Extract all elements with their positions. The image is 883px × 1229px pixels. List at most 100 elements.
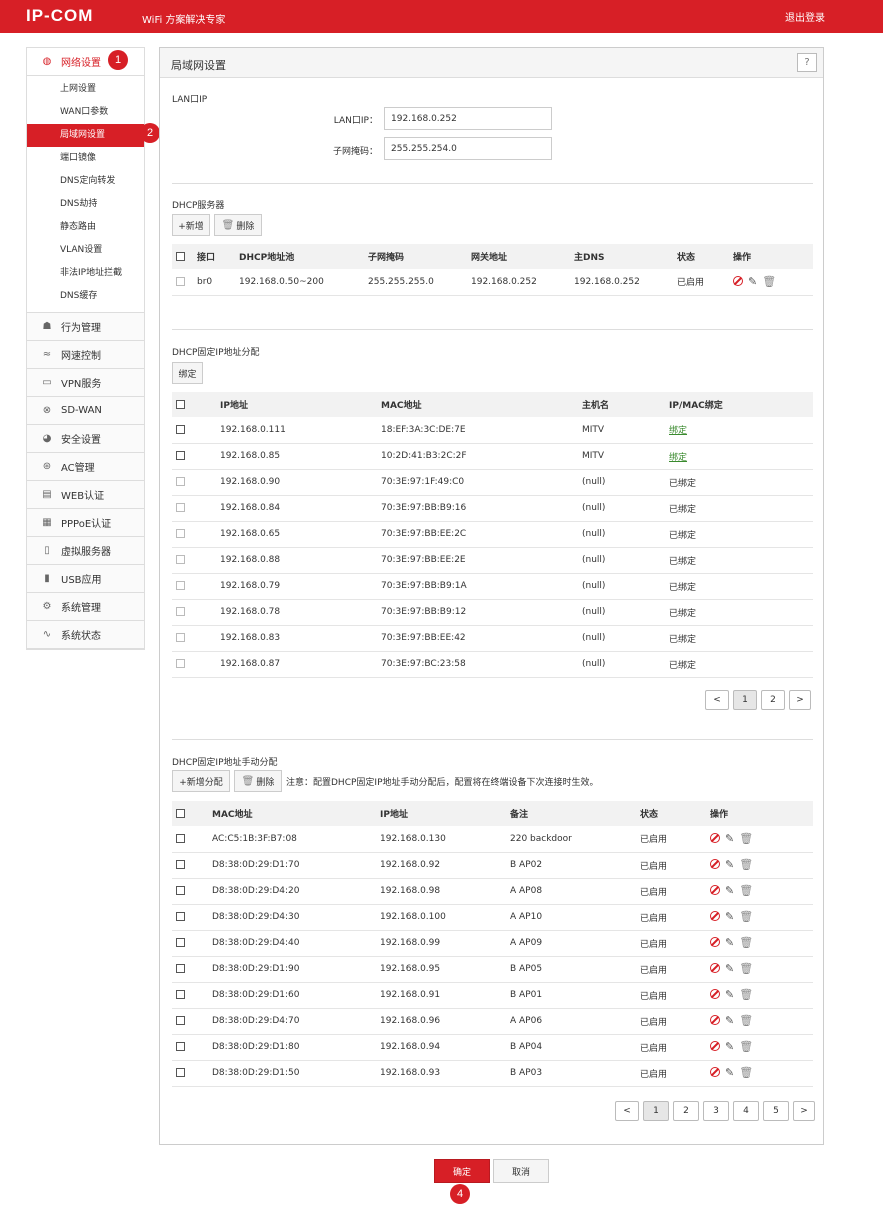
sub-item-wan[interactable]: WAN口参数 [27, 101, 144, 124]
menu-pppoe[interactable]: ▦ PPPoE认证 [27, 509, 144, 537]
bind-link[interactable]: 绑定 [669, 453, 687, 463]
menu-system[interactable]: ⚙ 系统管理 [27, 593, 144, 621]
sub-item-vlan[interactable]: VLAN设置 [27, 239, 144, 262]
edit-icon[interactable]: ✎ [725, 962, 734, 975]
sub-item-static-route[interactable]: 静态路由 [27, 216, 144, 239]
bind-link[interactable]: 绑定 [669, 426, 687, 436]
disable-icon[interactable] [710, 885, 720, 896]
cancel-button[interactable]: 取消 [493, 1159, 549, 1183]
trash-icon[interactable]: 🗑 [762, 275, 776, 288]
row-checkbox[interactable] [176, 276, 185, 286]
pager-next[interactable]: > [793, 1101, 815, 1121]
row-checkbox[interactable] [176, 1068, 185, 1077]
pager-page-4[interactable]: 4 [733, 1101, 759, 1121]
row-checkbox[interactable] [176, 451, 185, 460]
row-checkbox[interactable] [176, 990, 185, 999]
row-checkbox[interactable] [176, 581, 185, 590]
pager-page-1[interactable]: 1 [643, 1101, 669, 1121]
sub-item-illegal-ip[interactable]: 非法IP地址拦截 [27, 262, 144, 285]
pager-page-3[interactable]: 3 [703, 1101, 729, 1121]
row-checkbox[interactable] [176, 912, 185, 921]
row-checkbox[interactable] [176, 886, 185, 895]
row-checkbox[interactable] [176, 424, 185, 434]
edit-icon[interactable]: ✎ [725, 1040, 734, 1053]
menu-status[interactable]: ∿ 系统状态 [27, 621, 144, 649]
row-checkbox[interactable] [176, 1016, 185, 1025]
row-checkbox[interactable] [176, 607, 185, 616]
edit-icon[interactable]: ✎ [725, 832, 734, 845]
disable-icon[interactable] [710, 989, 720, 1000]
trash-icon[interactable]: 🗑 [739, 1066, 753, 1079]
pager-page-1[interactable]: 1 [733, 690, 757, 710]
row-checkbox[interactable] [176, 529, 185, 538]
disable-icon[interactable] [733, 276, 743, 286]
help-button[interactable]: ? [797, 53, 817, 72]
menu-usb[interactable]: ▮ USB应用 [27, 565, 144, 593]
select-all-checkbox[interactable] [176, 808, 185, 818]
edit-icon[interactable]: ✎ [725, 1066, 734, 1079]
trash-icon[interactable]: 🗑 [739, 1014, 753, 1027]
menu-virtual-server[interactable]: ▯ 虚拟服务器 [27, 537, 144, 565]
row-checkbox[interactable] [176, 659, 185, 668]
sub-item-internet[interactable]: 上网设置 [27, 78, 144, 101]
edit-icon[interactable]: ✎ [725, 936, 734, 949]
pager-next[interactable]: > [789, 690, 811, 710]
pager-prev[interactable]: < [705, 690, 729, 710]
row-checkbox[interactable] [176, 860, 185, 869]
edit-icon[interactable]: ✎ [725, 884, 734, 897]
pager-page-2[interactable]: 2 [761, 690, 785, 710]
sub-item-lan[interactable]: 局域网设置 [27, 124, 144, 147]
disable-icon[interactable] [710, 1041, 720, 1052]
row-checkbox[interactable] [176, 633, 185, 642]
menu-sdwan[interactable]: ⊗ SD-WAN [27, 397, 144, 425]
row-checkbox[interactable] [176, 1042, 185, 1051]
disable-icon[interactable] [710, 963, 720, 974]
pager-page-5[interactable]: 5 [763, 1101, 789, 1121]
disable-icon[interactable] [710, 937, 720, 948]
pager-prev[interactable]: < [615, 1101, 639, 1121]
menu-security[interactable]: ◕ 安全设置 [27, 425, 144, 453]
trash-icon[interactable]: 🗑 [739, 962, 753, 975]
row-checkbox[interactable] [176, 503, 185, 512]
menu-behavior[interactable]: ☗ 行为管理 [27, 313, 144, 341]
bind-button[interactable]: 绑定 [172, 362, 203, 384]
trash-icon[interactable]: 🗑 [739, 1040, 753, 1053]
disable-icon[interactable] [710, 859, 720, 870]
select-all-checkbox[interactable] [176, 399, 185, 409]
disable-icon[interactable] [710, 911, 720, 922]
disable-icon[interactable] [710, 1015, 720, 1026]
row-checkbox[interactable] [176, 964, 185, 973]
subnet-mask-input[interactable] [384, 137, 552, 160]
trash-icon[interactable]: 🗑 [739, 858, 753, 871]
dhcp-add-button[interactable]: +新增 [172, 214, 210, 236]
manual-delete-button[interactable]: 🗑 删除 [234, 770, 282, 792]
trash-icon[interactable]: 🗑 [739, 988, 753, 1001]
menu-ac[interactable]: ⊛ AC管理 [27, 453, 144, 481]
logout-link[interactable]: 退出登录 [785, 9, 825, 24]
edit-icon[interactable]: ✎ [725, 910, 734, 923]
select-all-checkbox[interactable] [176, 251, 185, 261]
menu-web-auth[interactable]: ▤ WEB认证 [27, 481, 144, 509]
lan-ip-input[interactable] [384, 107, 552, 130]
sub-item-port-mirror[interactable]: 端口镜像 [27, 147, 144, 170]
edit-icon[interactable]: ✎ [725, 858, 734, 871]
trash-icon[interactable]: 🗑 [739, 884, 753, 897]
trash-icon[interactable]: 🗑 [739, 832, 753, 845]
disable-icon[interactable] [710, 833, 720, 843]
row-checkbox[interactable] [176, 555, 185, 564]
edit-icon[interactable]: ✎ [748, 275, 757, 288]
menu-vpn[interactable]: ▭ VPN服务 [27, 369, 144, 397]
add-allocation-button[interactable]: +新增分配 [172, 770, 230, 792]
dhcp-delete-button[interactable]: 🗑 删除 [214, 214, 262, 236]
trash-icon[interactable]: 🗑 [739, 910, 753, 923]
confirm-button[interactable]: 确定 [434, 1159, 490, 1183]
pager-page-2[interactable]: 2 [673, 1101, 699, 1121]
edit-icon[interactable]: ✎ [725, 1014, 734, 1027]
edit-icon[interactable]: ✎ [725, 988, 734, 1001]
sub-item-dns-hijack[interactable]: DNS劫持 [27, 193, 144, 216]
trash-icon[interactable]: 🗑 [739, 936, 753, 949]
disable-icon[interactable] [710, 1067, 720, 1078]
row-checkbox[interactable] [176, 477, 185, 486]
sub-item-dns-forward[interactable]: DNS定向转发 [27, 170, 144, 193]
row-checkbox[interactable] [176, 938, 185, 947]
